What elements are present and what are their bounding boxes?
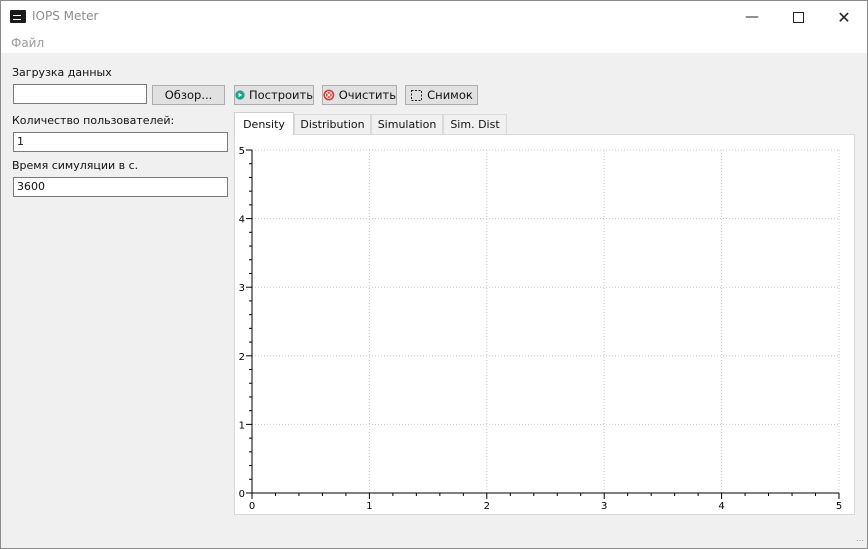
snapshot-icon	[411, 89, 423, 101]
tab-simulation-label: Simulation	[377, 118, 437, 131]
app-window: IOPS Meter — ✕ Файл Загрузка данных Обзо…	[0, 0, 868, 549]
x-tick-label: 3	[601, 501, 607, 512]
tab-distribution-label: Distribution	[300, 118, 365, 131]
app-console-icon	[10, 10, 26, 23]
clear-button-label: Очистить	[338, 88, 396, 102]
tab-sim-dist[interactable]: Sim. Dist	[443, 114, 507, 134]
build-button[interactable]: Построить	[234, 85, 314, 105]
x-tick-label: 5	[836, 501, 842, 512]
maximize-icon	[792, 11, 804, 23]
x-tick-label: 4	[718, 501, 724, 512]
y-tick-label: 1	[239, 420, 245, 431]
tab-simulation[interactable]: Simulation	[371, 114, 443, 134]
browse-button-label: Обзор...	[164, 88, 213, 102]
density-chart: 0 1 2 3 4 5 0 1 2 3 4 5	[239, 146, 843, 512]
close-icon: ✕	[837, 7, 851, 27]
menu-file[interactable]: Файл	[11, 36, 44, 50]
build-button-label: Построить	[249, 88, 313, 102]
maximize-button[interactable]	[775, 1, 821, 33]
users-count-label: Количество пользователей:	[12, 114, 175, 127]
data-path-input[interactable]	[13, 84, 147, 104]
y-tick-label: 3	[239, 283, 245, 294]
sim-time-input[interactable]: 3600	[13, 177, 228, 197]
play-icon	[235, 90, 245, 100]
snapshot-button-label: Снимок	[427, 88, 473, 102]
users-count-input[interactable]: 1	[13, 132, 228, 152]
clear-icon	[323, 89, 335, 101]
browse-button[interactable]: Обзор...	[152, 85, 225, 105]
window-title: IOPS Meter	[32, 9, 99, 23]
title-bar[interactable]: IOPS Meter — ✕	[1, 1, 867, 33]
tab-density[interactable]: Density	[234, 112, 294, 135]
y-tick-label: 0	[239, 489, 245, 500]
resize-grip-icon[interactable]: ⋯	[856, 536, 864, 545]
x-tick-label: 2	[484, 501, 490, 512]
snapshot-button[interactable]: Снимок	[405, 85, 478, 105]
tab-distribution[interactable]: Distribution	[294, 114, 371, 134]
menu-bar: Файл	[1, 33, 867, 53]
clear-button[interactable]: Очистить	[322, 85, 397, 105]
density-panel: 0 1 2 3 4 5 0 1 2 3 4 5	[234, 134, 855, 515]
x-tick-label: 1	[366, 501, 372, 512]
load-data-label: Загрузка данных	[12, 66, 112, 79]
sim-time-label: Время симуляции в с.	[12, 159, 139, 172]
y-tick-label: 5	[239, 146, 245, 157]
tab-density-label: Density	[243, 117, 285, 131]
tab-sim-dist-label: Sim. Dist	[450, 118, 500, 131]
x-tick-label: 0	[249, 501, 255, 512]
minimize-button[interactable]: —	[729, 1, 775, 33]
y-tick-label: 2	[239, 352, 245, 363]
minimize-icon: —	[745, 9, 759, 25]
y-tick-label: 4	[239, 215, 245, 226]
close-button[interactable]: ✕	[821, 1, 867, 33]
